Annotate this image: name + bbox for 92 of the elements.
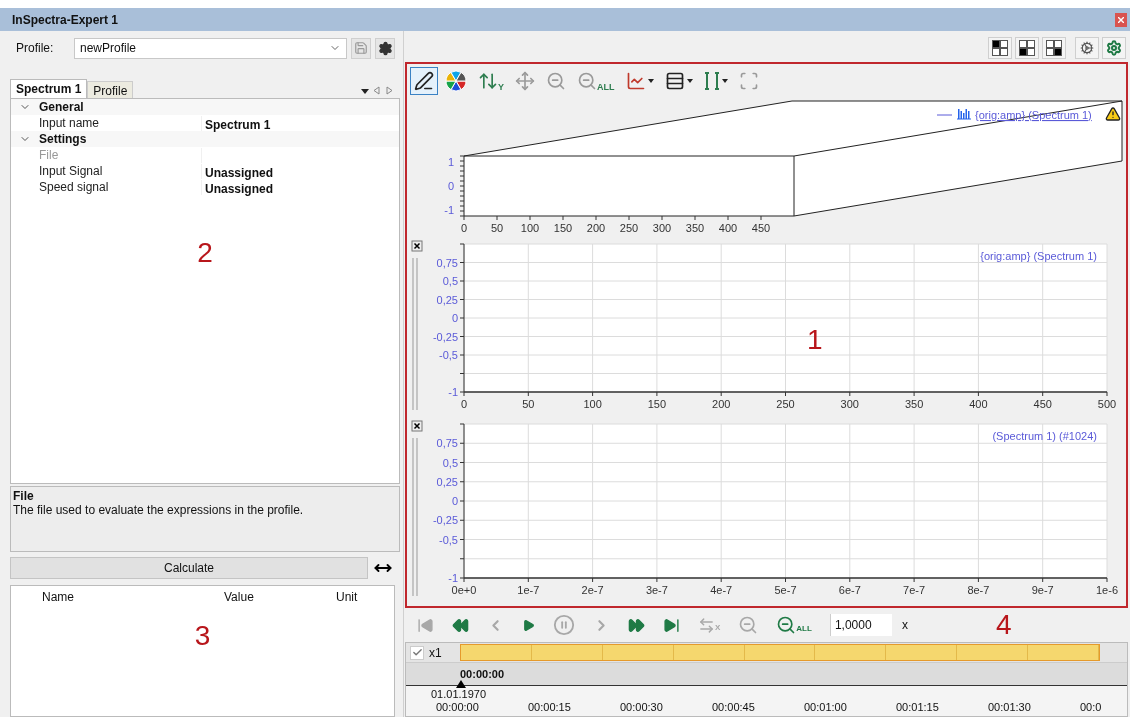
tab[interactable]: Profile bbox=[87, 81, 134, 98]
time-tick-label: 00:01:30 bbox=[988, 701, 1032, 714]
speed-field[interactable]: 1,0000 bbox=[829, 614, 892, 636]
toolbar-button[interactable]: Y bbox=[474, 67, 508, 95]
calculate-button[interactable]: Calculate bbox=[10, 556, 368, 579]
property-name: File bbox=[39, 147, 60, 164]
unit-label: x bbox=[901, 617, 908, 634]
legend-link[interactable]: {orig:amp} (Spectrum 1) bbox=[975, 109, 1092, 121]
x-tick-label: 8e-7 bbox=[967, 584, 990, 596]
player-button[interactable]: ALL bbox=[776, 615, 812, 635]
window-title: InSpectra-Expert 1 bbox=[12, 11, 119, 29]
description-title: File bbox=[13, 489, 35, 503]
date-label: 01.01.1970 bbox=[431, 687, 488, 701]
category-label: General bbox=[39, 99, 84, 116]
x-tick-label: 2e-7 bbox=[581, 584, 604, 596]
x-tick-label: 400 bbox=[969, 398, 988, 410]
property-name: Input name bbox=[39, 115, 101, 132]
y-tick-label: 0,5 bbox=[442, 275, 458, 287]
y-tick-label: 0,5 bbox=[442, 456, 458, 469]
annotation-number: 1 bbox=[807, 326, 823, 354]
x-tick-label: 200 bbox=[586, 222, 606, 234]
column-header[interactable]: Unit bbox=[331, 588, 391, 606]
y-tick-label: 0,75 bbox=[436, 256, 458, 269]
annotation-number: 4 bbox=[995, 611, 1012, 639]
column-header[interactable]: Value bbox=[219, 588, 331, 606]
profile-label: Profile: bbox=[15, 40, 55, 57]
x-tick-label: 500 bbox=[1097, 398, 1117, 410]
x-tick-label: 9e-7 bbox=[1031, 584, 1054, 596]
y-tick-label: -1 bbox=[448, 572, 458, 584]
x-tick-label: 450 bbox=[751, 222, 771, 234]
x-tick-label: 100 bbox=[520, 222, 540, 234]
y-tick-label: 0,25 bbox=[436, 475, 458, 488]
x-tick-label: 50 bbox=[490, 222, 504, 234]
x-tick-label: 1e-7 bbox=[517, 584, 540, 596]
time-tick-label: 00:00:30 bbox=[620, 701, 664, 714]
x-tick-label: 3e-7 bbox=[645, 584, 668, 596]
y-tick-label: -0,5 bbox=[439, 533, 458, 546]
x-tick-label: 150 bbox=[647, 398, 667, 410]
legend-label: (Spectrum 1) (#1024) bbox=[992, 430, 1097, 442]
x-tick-label: 250 bbox=[619, 222, 639, 234]
annotation-number: 3 bbox=[194, 622, 211, 650]
x-tick-label: 7e-7 bbox=[903, 584, 926, 596]
x-tick-label: 1e-6 bbox=[1096, 584, 1118, 596]
x-tick-label: 150 bbox=[553, 222, 573, 234]
x-tick-label: 300 bbox=[652, 222, 672, 234]
x-tick-label: 6e-7 bbox=[838, 584, 861, 596]
property-name: Input Signal bbox=[39, 163, 104, 180]
column-header[interactable]: Name bbox=[37, 588, 219, 606]
time-tick-label: 00:00:45 bbox=[712, 701, 756, 714]
property-value[interactable]: Unassigned bbox=[201, 163, 399, 179]
y-tick-label: 0 bbox=[447, 180, 454, 192]
y-tick-label: 1 bbox=[447, 156, 454, 168]
x-tick-label: 50 bbox=[522, 398, 535, 410]
property-value[interactable]: Spectrum 1 bbox=[201, 115, 399, 131]
toolbar-button[interactable]: ALL bbox=[573, 67, 619, 95]
time-tick-label: 00:0 bbox=[1080, 701, 1102, 714]
profile-dropdown[interactable]: newProfile bbox=[74, 37, 347, 59]
property-value[interactable]: Unassigned bbox=[201, 179, 399, 195]
property-name: Speed signal bbox=[39, 179, 110, 196]
x-tick-label: 0 bbox=[460, 222, 468, 234]
time-tick-label: 00:00:00 bbox=[436, 701, 480, 714]
x-tick-label: 4e-7 bbox=[710, 584, 733, 596]
tab[interactable]: Spectrum 1 bbox=[10, 79, 88, 98]
x-tick-label: 400 bbox=[718, 222, 738, 234]
y-tick-label: 0 bbox=[451, 495, 458, 507]
x-tick-label: 200 bbox=[712, 398, 731, 410]
category-label: Settings bbox=[39, 131, 87, 148]
time-tick-label: 00:01:00 bbox=[804, 701, 848, 714]
x-tick-label: 350 bbox=[685, 222, 705, 234]
description-text: The file used to evaluate the expressions in the profile. bbox=[13, 503, 305, 517]
y-tick-label: 0,25 bbox=[436, 293, 458, 306]
annotation-number: 2 bbox=[197, 239, 213, 267]
time-tick-label: 00:00:15 bbox=[528, 701, 572, 714]
x-tick-label: 250 bbox=[776, 398, 795, 410]
x-tick-label: 350 bbox=[904, 398, 924, 410]
y-tick-label: -1 bbox=[444, 204, 454, 216]
time-tick-label: 00:01:15 bbox=[896, 701, 940, 714]
x-tick-label: 300 bbox=[840, 398, 859, 410]
y-tick-label: 0,75 bbox=[436, 437, 458, 450]
y-tick-label: -0,25 bbox=[432, 514, 458, 527]
x-tick-label: 0 bbox=[460, 398, 468, 410]
x-tick-label: 0e+0 bbox=[451, 584, 477, 596]
x-tick-label: 450 bbox=[1033, 398, 1052, 410]
y-tick-label: 0 bbox=[451, 312, 458, 324]
x-tick-label: 5e-7 bbox=[774, 584, 797, 596]
y-tick-label: -0,5 bbox=[439, 349, 458, 361]
x-tick-label: 100 bbox=[583, 398, 602, 410]
track-label: x1 bbox=[428, 644, 443, 662]
y-tick-label: -0,25 bbox=[432, 330, 458, 343]
current-time: 00:00:00 bbox=[460, 666, 505, 682]
legend-label: {orig:amp} (Spectrum 1) bbox=[980, 250, 1097, 262]
y-tick-label: -1 bbox=[448, 386, 458, 398]
